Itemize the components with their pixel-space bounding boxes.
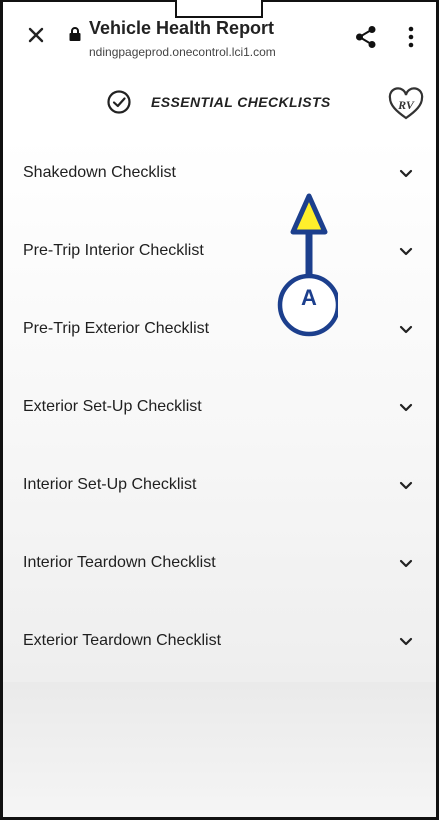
device-notch — [175, 0, 263, 18]
checklist-item-label: Interior Teardown Checklist — [23, 554, 216, 571]
check-circle-icon — [107, 90, 131, 114]
checklist-item-label: Interior Set-Up Checklist — [23, 476, 197, 493]
checklist-accordion: Shakedown Checklist Pre-Trip Interior Ch… — [3, 136, 436, 682]
page-url[interactable]: ndingpageprod.onecontrol.lci1.com — [89, 45, 341, 59]
share-icon[interactable] — [355, 25, 377, 49]
checklist-item-interior-teardown[interactable]: Interior Teardown Checklist — [3, 526, 436, 604]
checklist-item-label: Pre-Trip Exterior Checklist — [23, 320, 210, 337]
checklist-item-shakedown[interactable]: Shakedown Checklist — [3, 136, 436, 214]
checklists-header: ESSENTIAL CHECKLISTS RV — [3, 78, 436, 130]
close-icon[interactable] — [25, 24, 47, 46]
callout-label: A — [301, 285, 317, 310]
checklist-item-label: Pre-Trip Interior Checklist — [23, 242, 204, 259]
chevron-down-icon[interactable] — [399, 247, 413, 257]
rv-heart-logo-icon: RV — [388, 87, 424, 120]
logo-text: RV — [397, 98, 415, 112]
checklist-item-interior-setup[interactable]: Interior Set-Up Checklist — [3, 448, 436, 526]
chevron-down-icon[interactable] — [399, 325, 413, 335]
chevron-down-icon[interactable] — [399, 559, 413, 569]
checklist-item-exterior-setup[interactable]: Exterior Set-Up Checklist — [3, 370, 436, 448]
checklist-item-label: Exterior Set-Up Checklist — [23, 398, 202, 415]
checklist-item-pretrip-exterior[interactable]: Pre-Trip Exterior Checklist — [3, 292, 436, 370]
chevron-down-icon[interactable] — [399, 169, 413, 179]
chevron-down-icon[interactable] — [399, 481, 413, 491]
page-title: Vehicle Health Report — [89, 18, 275, 38]
checklist-item-label: Exterior Teardown Checklist — [23, 632, 222, 649]
checklist-item-exterior-teardown[interactable]: Exterior Teardown Checklist — [3, 604, 436, 682]
chevron-down-icon[interactable] — [399, 637, 413, 647]
checklist-item-pretrip-interior[interactable]: Pre-Trip Interior Checklist — [3, 214, 436, 292]
up-arrow-icon — [277, 193, 341, 337]
more-options-icon[interactable] — [408, 26, 414, 48]
section-title: ESSENTIAL CHECKLISTS — [151, 94, 331, 110]
lock-icon — [69, 27, 81, 41]
page-footer-area — [3, 682, 436, 817]
chevron-down-icon[interactable] — [399, 403, 413, 413]
checklist-item-label: Shakedown Checklist — [23, 164, 176, 181]
callout-annotation: A — [268, 192, 341, 338]
